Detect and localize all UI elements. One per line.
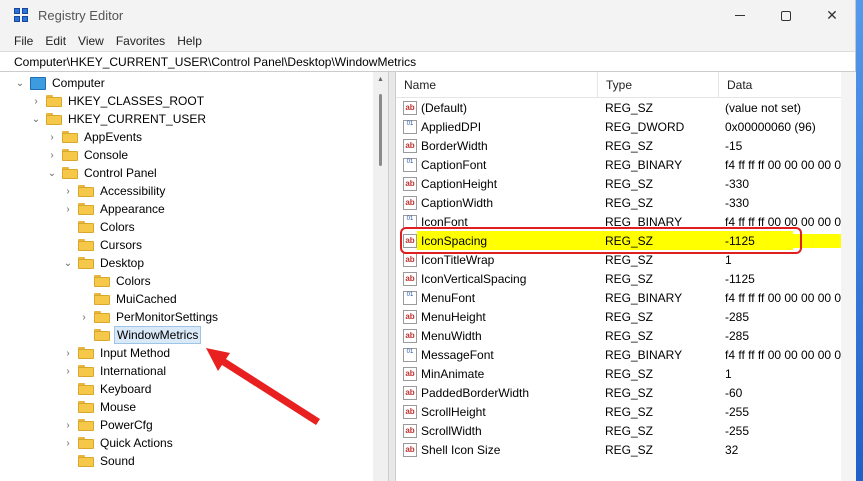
annotation-arrow — [206, 348, 320, 425]
